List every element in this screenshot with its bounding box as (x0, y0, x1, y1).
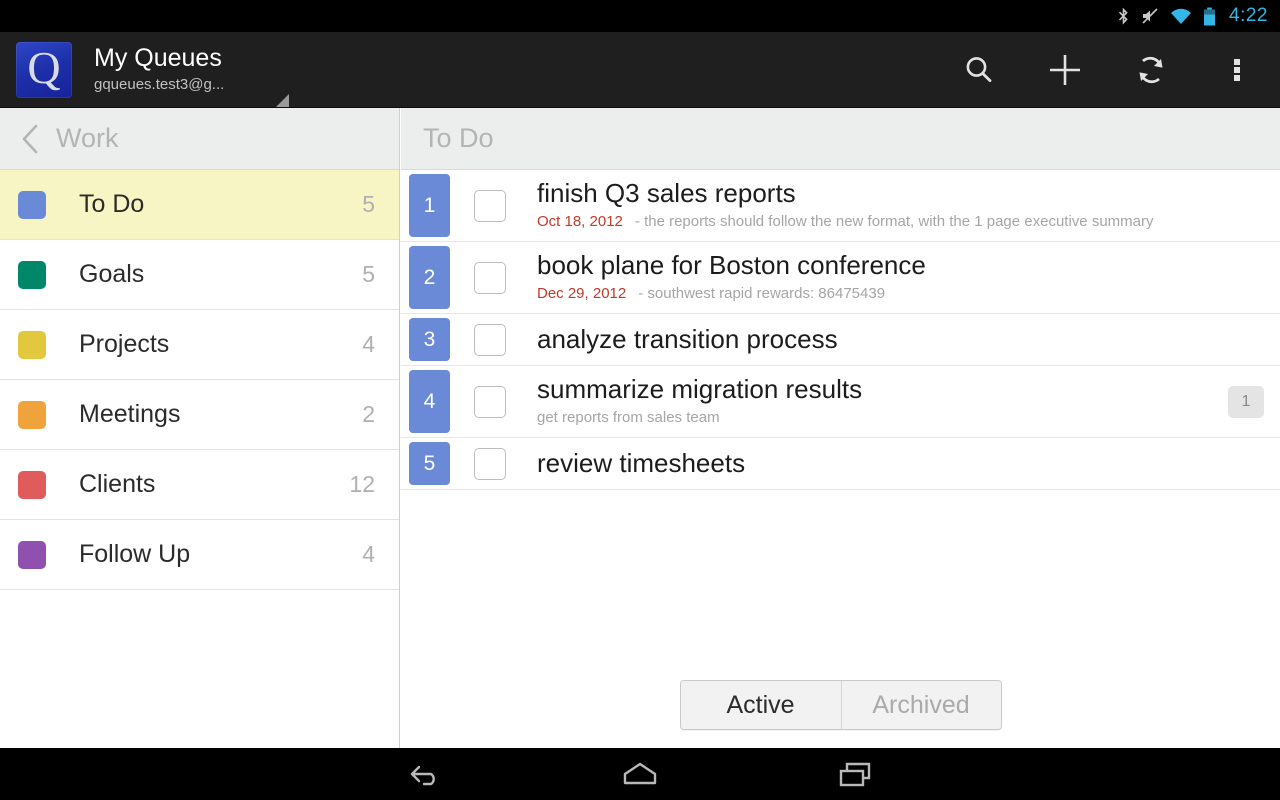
task-checkbox[interactable] (474, 189, 506, 222)
task-list-header: To Do (401, 108, 1280, 170)
home-icon (623, 762, 657, 785)
task-row[interactable]: 1 finish Q3 sales reports Oct 18, 2012 - … (401, 170, 1280, 242)
sidebar-item-count: 2 (362, 401, 375, 427)
sidebar-item-count: 12 (349, 471, 375, 497)
queue-color-swatch (18, 540, 46, 569)
status-clock: 4:22 (1229, 5, 1268, 26)
sidebar-item-to-do[interactable]: To Do 5 (0, 170, 399, 240)
task-checkbox[interactable] (474, 261, 506, 294)
task-list-title: To Do (423, 123, 494, 153)
search-button[interactable] (936, 32, 1022, 108)
app-logo-icon: Q (16, 41, 72, 98)
bluetooth-icon (1118, 7, 1128, 25)
nav-recents-button[interactable] (756, 748, 956, 800)
overflow-menu-icon (1234, 58, 1240, 81)
sidebar-item-goals[interactable]: Goals 5 (0, 240, 399, 310)
sidebar-item-label: To Do (79, 190, 145, 218)
task-due-date: Oct 18, 2012 (537, 213, 623, 230)
task-row[interactable]: 4 summarize migration results get report… (401, 366, 1280, 438)
task-number-badge: 1 (409, 174, 450, 237)
back-icon (410, 765, 435, 786)
task-row[interactable]: 3 analyze transition process (401, 314, 1280, 366)
dropdown-caret-icon[interactable] (276, 94, 290, 107)
task-number-badge: 3 (409, 318, 450, 361)
plus-icon (1050, 54, 1080, 85)
mute-icon (1142, 8, 1158, 24)
task-list-pane: To Do 1 finish Q3 sales reports Oct 18, … (401, 108, 1280, 748)
task-body: finish Q3 sales reports Oct 18, 2012 - th… (506, 170, 1280, 241)
status-bar: 4:22 (0, 0, 1280, 32)
task-number-badge: 5 (409, 442, 450, 485)
task-due-date: Dec 29, 2012 (537, 285, 627, 302)
add-button[interactable] (1022, 32, 1108, 108)
nav-back-button[interactable] (324, 748, 524, 800)
sidebar-header[interactable]: Work (0, 108, 399, 170)
sidebar-item-label: Projects (79, 330, 170, 358)
app-logo-letter: Q (27, 42, 61, 93)
queue-color-swatch (18, 190, 46, 219)
task-title: summarize migration results (537, 374, 863, 404)
task-row[interactable]: 2 book plane for Boston conference Dec 2… (401, 242, 1280, 314)
queue-color-swatch (18, 260, 46, 289)
task-title: finish Q3 sales reports (537, 178, 796, 208)
task-number-badge: 4 (409, 370, 450, 433)
task-title: book plane for Boston conference (537, 250, 926, 280)
app-title-block[interactable]: My Queues gqueues.test3@g... (94, 44, 224, 95)
sidebar-item-count: 4 (362, 541, 375, 567)
task-body: book plane for Boston conference Dec 29,… (506, 242, 1280, 313)
task-meta: Dec 29, 2012 - southwest rapid rewards: 8… (537, 284, 1280, 304)
task-body: summarize migration results get reports … (506, 366, 1228, 437)
system-nav-bar (0, 748, 1280, 800)
sidebar-item-count: 5 (362, 191, 375, 217)
task-subtask-badge: 1 (1228, 385, 1264, 418)
task-note: - the reports should follow the new form… (634, 213, 1154, 230)
app-title: My Queues (94, 44, 222, 72)
battery-icon (1204, 7, 1216, 25)
queue-color-swatch (18, 330, 46, 359)
task-note: - southwest rapid rewards: 86475439 (638, 285, 886, 302)
task-title: review timesheets (537, 447, 746, 478)
sidebar-item-clients[interactable]: Clients 12 (0, 450, 399, 520)
task-body: analyze transition process (506, 314, 1280, 365)
sidebar-item-follow-up[interactable]: Follow Up 4 (0, 520, 399, 590)
filter-segmented-control: Active Archived (679, 680, 1002, 730)
task-body: review timesheets (506, 438, 1280, 489)
sidebar-header-title: Work (56, 123, 119, 153)
wifi-icon (1171, 8, 1192, 24)
refresh-icon (1139, 56, 1163, 83)
action-bar: Q My Queues gqueues.test3@g... (0, 32, 1280, 108)
task-meta: Oct 18, 2012 - the reports should follow … (537, 212, 1280, 232)
chevron-left-icon[interactable] (20, 123, 40, 155)
task-checkbox[interactable] (474, 385, 506, 418)
action-bar-actions (936, 32, 1280, 107)
sidebar-item-meetings[interactable]: Meetings 2 (0, 380, 399, 450)
task-checkbox[interactable] (474, 323, 506, 356)
task-title: analyze transition process (537, 323, 838, 354)
task-row[interactable]: 5 review timesheets (401, 438, 1280, 490)
nav-home-button[interactable] (540, 748, 740, 800)
content-area: Work To Do 5 Goals 5 Projects 4 Meetings… (0, 108, 1280, 748)
sidebar-item-label: Clients (79, 470, 156, 498)
task-note: get reports from sales team (537, 409, 720, 426)
sidebar-item-projects[interactable]: Projects 4 (0, 310, 399, 380)
filter-toggle-wrap: Active Archived (401, 680, 1280, 730)
queue-sidebar: Work To Do 5 Goals 5 Projects 4 Meetings… (0, 108, 400, 748)
task-checkbox[interactable] (474, 447, 506, 480)
sidebar-item-label: Follow Up (79, 540, 191, 568)
recent-apps-icon (839, 762, 871, 787)
screen-root: 4:22 Q My Queues gqueues.test3@g... Work… (0, 0, 1280, 800)
sidebar-item-count: 4 (362, 331, 375, 357)
task-number-badge: 2 (409, 246, 450, 309)
queue-color-swatch (18, 400, 46, 429)
refresh-button[interactable] (1108, 32, 1194, 108)
filter-active-button[interactable]: Active (680, 681, 841, 729)
sidebar-item-label: Goals (79, 260, 145, 288)
queue-color-swatch (18, 470, 46, 499)
sidebar-item-label: Meetings (79, 400, 181, 428)
overflow-button[interactable] (1194, 32, 1280, 108)
account-name: gqueues.test3@g... (94, 76, 225, 93)
sidebar-item-count: 5 (362, 261, 375, 287)
search-icon (966, 56, 992, 82)
filter-archived-button[interactable]: Archived (840, 681, 1001, 729)
